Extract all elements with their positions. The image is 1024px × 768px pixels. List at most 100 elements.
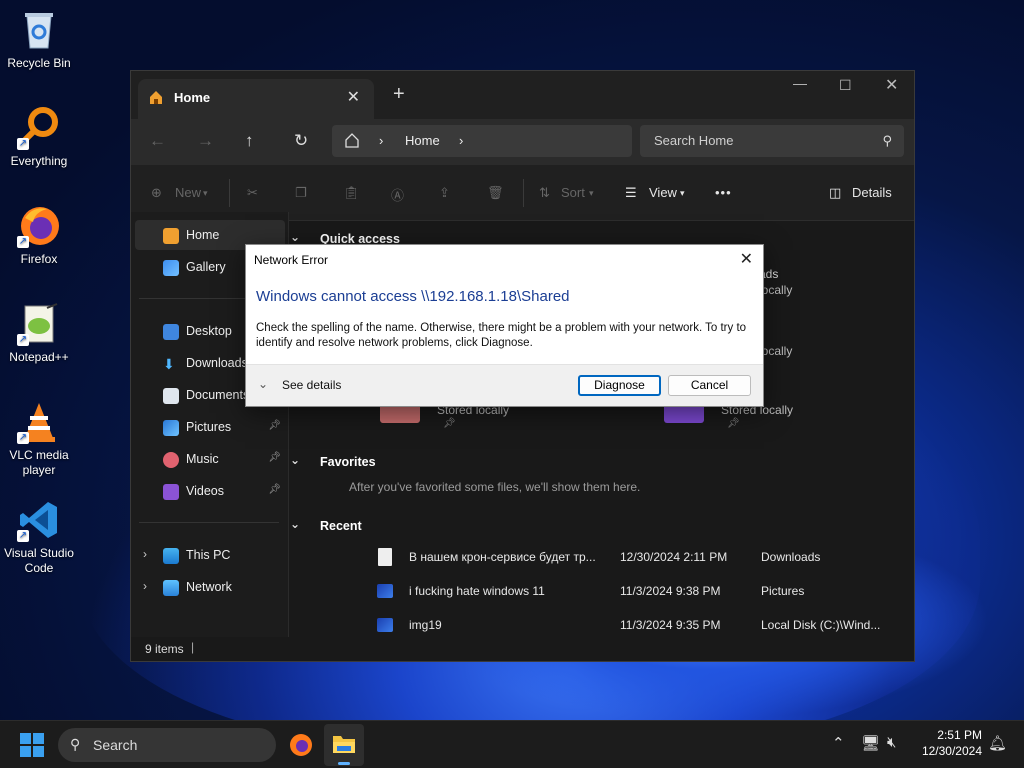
delete-icon[interactable]: 🗑︎ bbox=[487, 185, 504, 201]
status-divider: | bbox=[191, 640, 195, 654]
pin-icon[interactable]: 📌︎ bbox=[268, 484, 281, 495]
sort-button[interactable]: Sort bbox=[561, 185, 585, 200]
desktop-icon-vscode[interactable]: ↗ Visual Studio Code bbox=[2, 498, 76, 576]
tab-home[interactable]: Home ✕ bbox=[138, 79, 374, 119]
chevron-down-icon[interactable]: ⌄ bbox=[290, 453, 300, 467]
nav-item-pictures[interactable]: Pictures 📌︎ bbox=[135, 412, 285, 442]
nav-item-videos[interactable]: Videos 📌︎ bbox=[135, 476, 285, 506]
nav-item-label: Videos bbox=[186, 484, 224, 498]
desktop-icon-notepadpp[interactable]: ↗ Notepad++ bbox=[2, 302, 76, 365]
sort-icon[interactable]: ⇅ bbox=[539, 185, 550, 201]
pin-icon[interactable]: 📌︎ bbox=[268, 452, 281, 463]
chevron-down-icon[interactable]: ⌄ bbox=[290, 230, 300, 244]
section-recent[interactable]: ⌄ Recent bbox=[290, 517, 362, 533]
toolbar-divider bbox=[523, 179, 524, 207]
desktop-icon-firefox[interactable]: ↗ Firefox bbox=[2, 204, 76, 267]
section-favorites[interactable]: ⌄ Favorites bbox=[290, 453, 376, 469]
file-explorer-taskbar-button[interactable] bbox=[324, 724, 364, 766]
back-icon[interactable]: ← bbox=[149, 131, 166, 151]
volume-muted-icon[interactable]: 🔇︎ bbox=[887, 734, 896, 751]
notification-bell-icon[interactable]: 🔔︎ bbox=[988, 734, 1007, 752]
share-icon[interactable]: ⇪ bbox=[439, 185, 450, 201]
pin-icon[interactable]: 📌︎ bbox=[268, 420, 281, 431]
file-location: Pictures bbox=[761, 584, 805, 598]
nav-item-this-pc[interactable]: › This PC bbox=[135, 540, 285, 570]
videos-icon bbox=[163, 484, 179, 500]
chevron-down-icon[interactable]: ⌄ bbox=[258, 377, 268, 391]
nav-item-label: Gallery bbox=[186, 260, 226, 274]
desktop-icon-everything[interactable]: ↗ Everything bbox=[2, 106, 76, 169]
nav-item-label: Downloads bbox=[186, 356, 248, 370]
file-name: img19 bbox=[409, 618, 442, 632]
details-button[interactable]: Details bbox=[852, 185, 892, 200]
shortcut-arrow-icon: ↗ bbox=[17, 138, 29, 150]
new-button[interactable]: New bbox=[175, 185, 201, 200]
chevron-down-icon: ▾ bbox=[589, 188, 594, 198]
desktop-icon-label: Everything bbox=[10, 154, 68, 168]
close-tab-icon[interactable]: ✕ bbox=[347, 87, 360, 107]
cut-icon[interactable]: ✂ bbox=[247, 185, 258, 201]
diagnose-button[interactable]: Diagnose bbox=[578, 375, 661, 396]
taskbar-search[interactable]: ⚲ Search bbox=[58, 728, 276, 762]
clock-time: 2:51 PM bbox=[937, 728, 982, 742]
chevron-right-icon[interactable]: › bbox=[143, 547, 147, 561]
rename-icon[interactable]: Ⓐ bbox=[391, 185, 404, 204]
desktop-icon-recycle-bin[interactable]: Recycle Bin bbox=[2, 8, 76, 71]
minimize-icon[interactable]: — bbox=[793, 75, 807, 91]
clock[interactable]: 2:51 PM 12/30/2024 bbox=[922, 727, 982, 759]
refresh-icon[interactable]: ↻ bbox=[294, 131, 308, 151]
address-row: ← → ↑ ↻ › Home › Search Home ⚲ bbox=[131, 119, 914, 165]
firefox-taskbar-icon[interactable] bbox=[288, 732, 314, 761]
network-error-dialog: Network Error ✕ Windows cannot access \\… bbox=[245, 244, 764, 407]
notepadpp-icon: ↗ bbox=[17, 302, 61, 346]
breadcrumb-home[interactable]: Home bbox=[405, 133, 440, 148]
details-pane-icon[interactable]: ◫ bbox=[829, 185, 841, 201]
vlc-icon: ↗ bbox=[17, 400, 61, 444]
see-details-toggle[interactable]: See details bbox=[282, 378, 341, 392]
status-bar: 9 items | bbox=[131, 637, 914, 661]
nav-item-label: Desktop bbox=[186, 324, 232, 338]
close-icon[interactable]: ✕ bbox=[740, 249, 753, 269]
chevron-right-icon[interactable]: › bbox=[143, 579, 147, 593]
up-icon[interactable]: ↑ bbox=[245, 131, 254, 151]
start-windows-icon[interactable] bbox=[20, 733, 44, 760]
search-box[interactable]: Search Home ⚲ bbox=[640, 125, 904, 157]
recent-file-row[interactable]: В нашем крон-сервисе будет тр... 12/30/2… bbox=[370, 547, 890, 569]
recent-file-row[interactable]: img19 11/3/2024 9:35 PM Local Disk (C:)\… bbox=[370, 615, 890, 637]
recycle-bin-icon bbox=[17, 8, 61, 52]
nav-item-label: Pictures bbox=[186, 420, 232, 434]
shortcut-arrow-icon: ↗ bbox=[17, 236, 29, 248]
section-title: Recent bbox=[320, 519, 362, 533]
home-icon bbox=[163, 228, 179, 244]
taskbar: ⚲ Search ⌃ 🖥︎ 🔇︎ 2:51 PM 12/30/2024 🔔︎ bbox=[0, 720, 1024, 768]
address-bar[interactable]: › Home › bbox=[332, 125, 632, 157]
breadcrumb-separator[interactable]: › bbox=[379, 133, 383, 148]
view-icon[interactable]: ☰ bbox=[625, 185, 637, 201]
search-placeholder: Search Home bbox=[654, 133, 734, 148]
close-window-icon[interactable]: ✕ bbox=[885, 75, 898, 95]
recent-file-row[interactable]: i fucking hate windows 11 11/3/2024 9:38… bbox=[370, 581, 890, 603]
chevron-down-icon[interactable]: ⌄ bbox=[290, 517, 300, 531]
network-icon[interactable]: 🖥︎ bbox=[861, 734, 880, 752]
new-plus-icon[interactable]: ⊕ bbox=[151, 185, 162, 201]
copy-icon[interactable]: ❐ bbox=[295, 185, 307, 201]
search-icon: ⚲ bbox=[70, 736, 81, 752]
search-icon: ⚲ bbox=[882, 133, 892, 148]
nav-item-label: Network bbox=[186, 580, 232, 594]
new-tab-button[interactable]: + bbox=[393, 83, 405, 106]
desktop-icon-vlc[interactable]: ↗ VLC media player bbox=[2, 400, 76, 478]
view-button[interactable]: View bbox=[649, 185, 677, 200]
more-options-button[interactable]: ••• bbox=[715, 185, 732, 200]
cancel-button[interactable]: Cancel bbox=[668, 375, 751, 396]
forward-icon[interactable]: → bbox=[197, 131, 214, 151]
paste-icon[interactable]: 📋︎ bbox=[343, 185, 360, 201]
nav-item-music[interactable]: Music 📌︎ bbox=[135, 444, 285, 474]
chevron-up-icon[interactable]: ⌃ bbox=[832, 734, 845, 752]
file-name: i fucking hate windows 11 bbox=[409, 584, 545, 598]
nav-item-network[interactable]: › Network bbox=[135, 572, 285, 602]
quick-access-fragment: locally bbox=[759, 344, 793, 358]
home-icon bbox=[344, 132, 360, 151]
maximize-icon[interactable]: ☐ bbox=[839, 77, 852, 94]
breadcrumb-separator[interactable]: › bbox=[459, 133, 463, 148]
file-location: Local Disk (C:)\Wind... bbox=[761, 618, 881, 632]
